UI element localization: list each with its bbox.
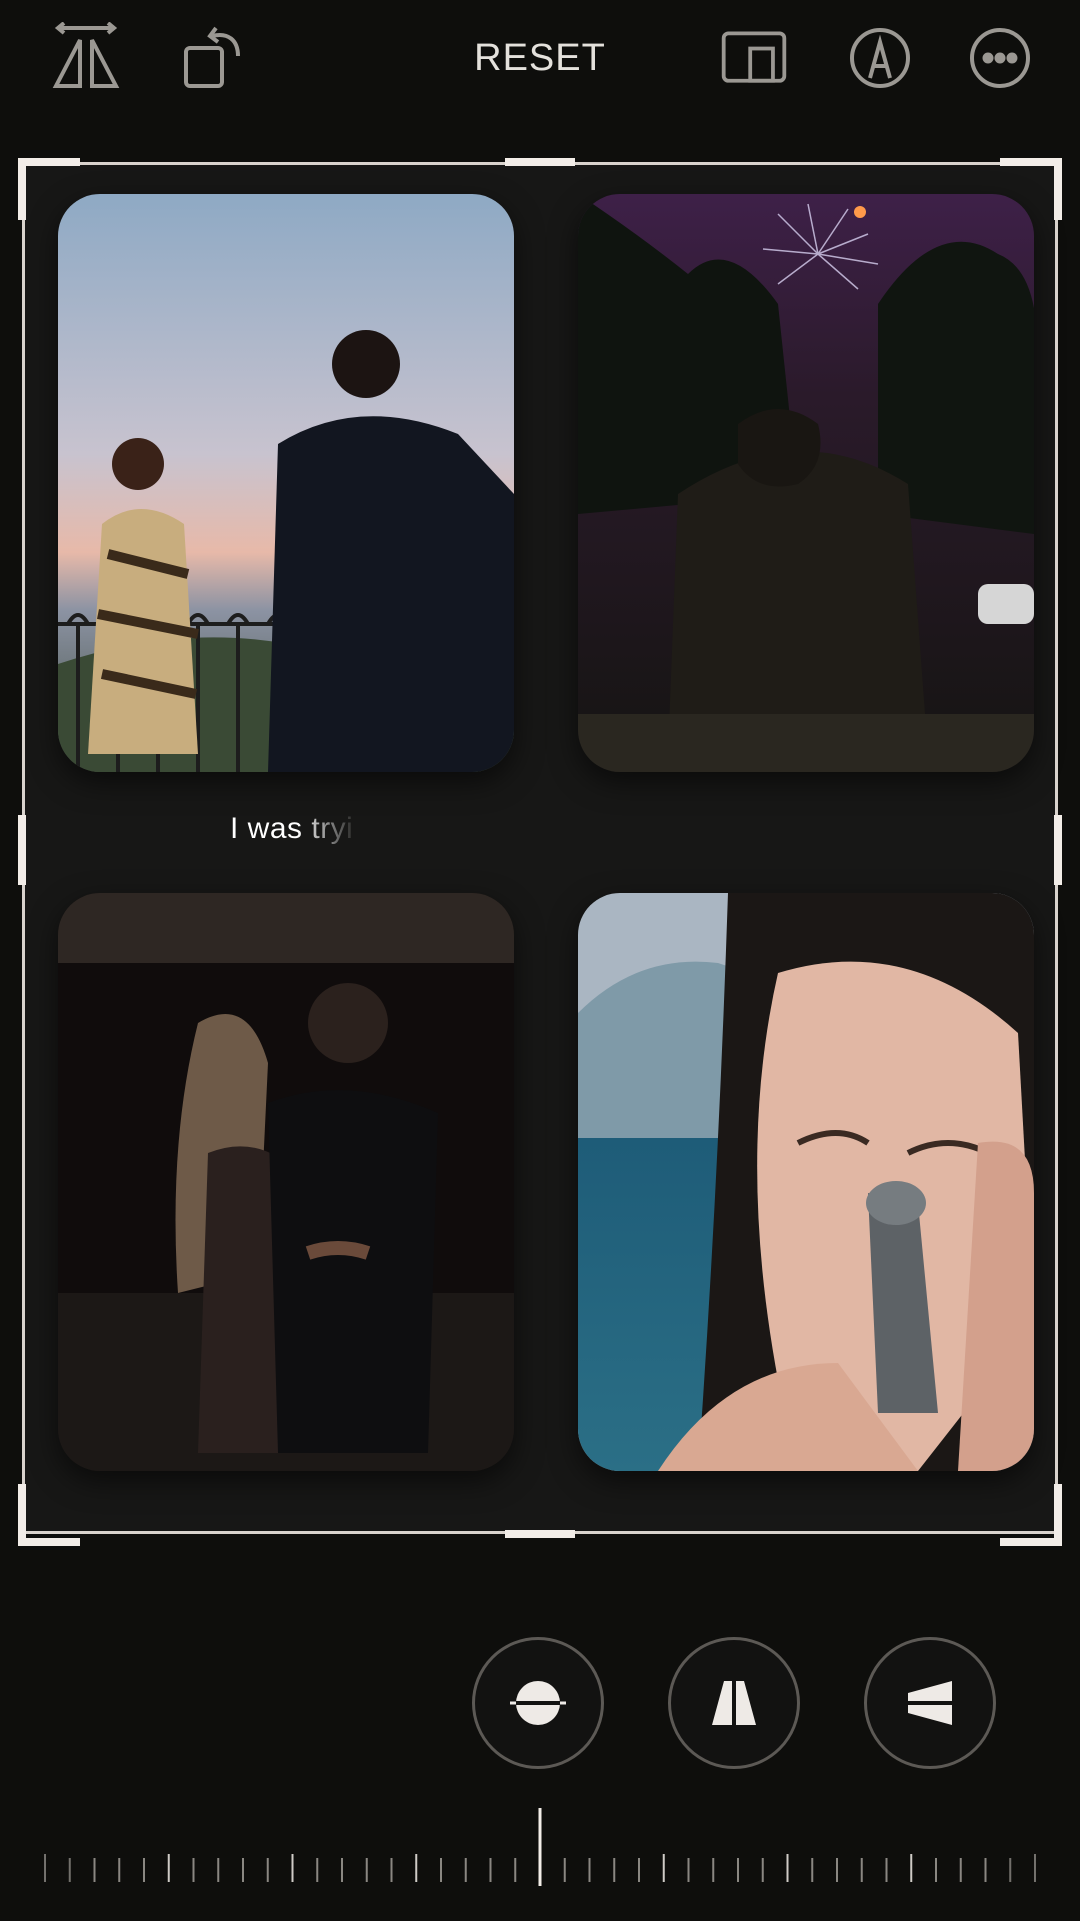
straighten-icon — [510, 1681, 566, 1725]
crop-handle-left[interactable] — [18, 815, 26, 885]
photo-fireworks — [578, 194, 1034, 772]
crop-handle-top-right[interactable] — [1000, 158, 1062, 220]
rotation-dial-ticks — [0, 1800, 1080, 1890]
straighten-button[interactable] — [472, 1637, 604, 1769]
vertical-perspective-button[interactable] — [668, 1637, 800, 1769]
crop-handle-bottom-right[interactable] — [1000, 1484, 1062, 1546]
photo-couple-sunset — [58, 194, 514, 772]
rotation-dial[interactable] — [0, 1800, 1080, 1890]
horizontal-perspective-button[interactable] — [864, 1637, 996, 1769]
top-toolbar: RESET — [0, 0, 1080, 120]
reset-button[interactable]: RESET — [440, 30, 640, 86]
crop-handle-top-left[interactable] — [18, 158, 80, 220]
markup-icon[interactable] — [844, 22, 916, 94]
horizontal-perspective-icon — [902, 1681, 958, 1725]
photo-woman-seaside — [578, 893, 1034, 1471]
crop-handle-bottom-left[interactable] — [18, 1484, 80, 1546]
photo-couple-dancing — [58, 893, 514, 1471]
crop-handle-top[interactable] — [505, 158, 575, 166]
rotate-icon[interactable] — [176, 22, 248, 94]
crop-handle-right[interactable] — [1054, 815, 1062, 885]
flip-horizontal-icon[interactable] — [50, 22, 122, 94]
crop-handle-bottom[interactable] — [505, 1530, 575, 1538]
more-icon[interactable] — [964, 22, 1036, 94]
vertical-perspective-icon — [712, 1675, 756, 1731]
aspect-ratio-icon[interactable] — [718, 22, 790, 94]
collage-caption: I was tryi — [230, 812, 354, 845]
